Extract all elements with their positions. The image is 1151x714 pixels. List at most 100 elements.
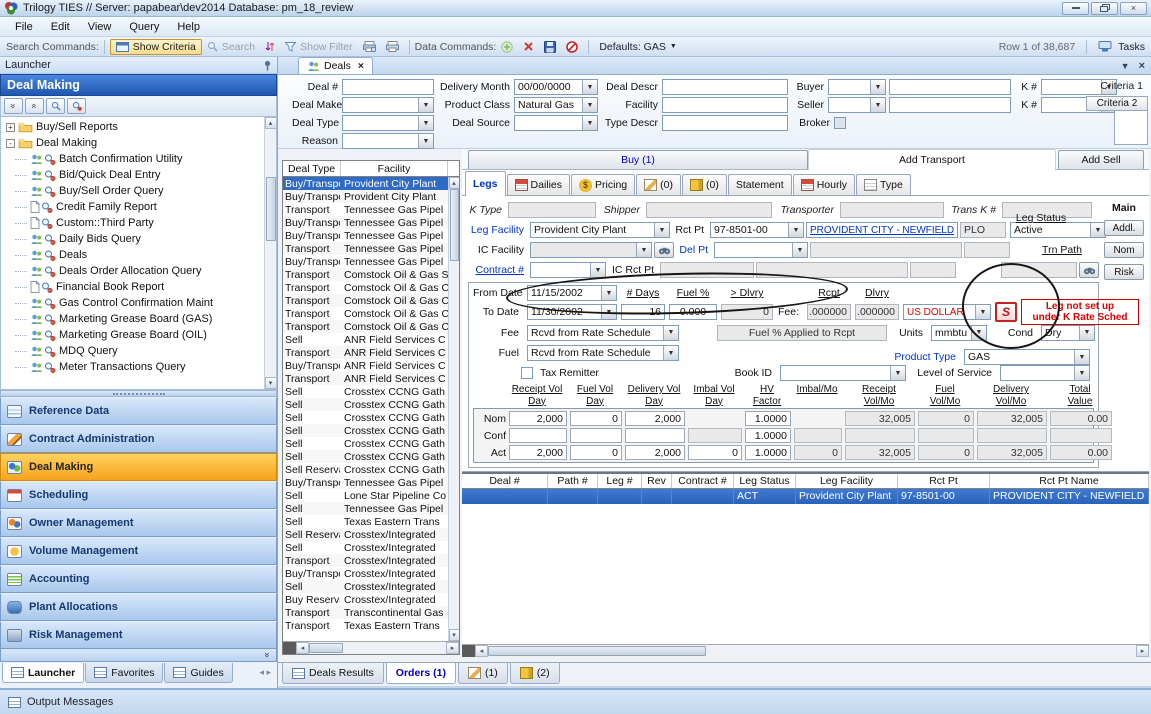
- column-deal-type[interactable]: Deal Type: [283, 161, 341, 176]
- leg-status-dropdown[interactable]: Active▼: [1010, 222, 1106, 238]
- legs-grid-column[interactable]: Path #: [548, 474, 598, 488]
- tree-item[interactable]: Marketing Grease Board (GAS): [1, 311, 276, 327]
- sub-tab[interactable]: Pricing: [571, 174, 635, 195]
- show-criteria-button[interactable]: Show Criteria: [110, 39, 202, 55]
- left-tab[interactable]: Launcher: [2, 663, 84, 683]
- left-tab[interactable]: Favorites: [85, 663, 163, 683]
- deal-list-row[interactable]: Buy/Transpor Tennessee Gas Pipel: [283, 476, 459, 489]
- cancel-button[interactable]: [561, 40, 583, 54]
- print-preview-button[interactable]: [358, 40, 381, 53]
- legs-grid-column[interactable]: Rct Pt: [898, 474, 990, 488]
- tree-item[interactable]: Credit Family Report: [1, 199, 276, 215]
- legs-grid-column[interactable]: Leg Facility: [796, 474, 898, 488]
- product-type-label[interactable]: Product Type: [890, 351, 960, 363]
- module-button[interactable]: Scheduling: [0, 481, 277, 509]
- column-facility[interactable]: Facility: [341, 161, 448, 176]
- volume-column-header[interactable]: Delivery Vol/Mo: [976, 384, 1046, 407]
- deal-list-row[interactable]: Buy/Transpor Provident City Plant: [283, 190, 459, 203]
- sub-tab[interactable]: Type: [856, 174, 911, 195]
- tasks-button[interactable]: Tasks: [1118, 41, 1145, 53]
- tab-deals[interactable]: Deals ×: [298, 57, 373, 74]
- tax-remitter-checkbox[interactable]: [521, 367, 533, 379]
- scroll-thumb[interactable]: [309, 643, 343, 653]
- transporter-input[interactable]: [840, 202, 944, 218]
- deal-list-row[interactable]: Transport Comstock Oil & Gas C: [283, 281, 459, 294]
- currency-dropdown[interactable]: US DOLLAR▼: [903, 304, 991, 320]
- leg-facility-dropdown[interactable]: Provident City Plant▼: [530, 222, 670, 238]
- scroll-down-icon[interactable]: ▾: [449, 629, 460, 641]
- sub-tab[interactable]: Hourly: [793, 174, 855, 195]
- side-button[interactable]: Addl.: [1104, 220, 1144, 236]
- reason-dropdown[interactable]: ▼: [342, 133, 434, 149]
- act-receipt-vol-day[interactable]: 2,000: [509, 445, 567, 460]
- deal-list-row[interactable]: Sell Reservat Crosstex/Integrated: [283, 528, 459, 541]
- type-descr-input[interactable]: [662, 115, 788, 131]
- conf-hv-factor[interactable]: 1.0000: [745, 428, 791, 443]
- volume-column-header[interactable]: Fuel Vol/Mo: [917, 384, 973, 407]
- sort-button[interactable]: [260, 40, 280, 53]
- menu-item[interactable]: File: [6, 19, 42, 35]
- panel-splitter[interactable]: [0, 390, 277, 397]
- module-button[interactable]: Contract Administration: [0, 425, 277, 453]
- deal-list-row[interactable]: Transport Comstock Oil & Gas C: [283, 320, 459, 333]
- legs-grid-column[interactable]: Leg Status: [734, 474, 796, 488]
- nom-receipt-vol-day[interactable]: 2,000: [509, 411, 567, 426]
- tab-scroll-arrows[interactable]: ◂ ▸: [259, 663, 275, 678]
- deal-list-row[interactable]: Sell Crosstex/Integrated: [283, 580, 459, 593]
- deal-list-row[interactable]: Transport Crosstex/Integrated: [283, 554, 459, 567]
- module-button[interactable]: Owner Management: [0, 509, 277, 537]
- restore-button[interactable]: [1091, 2, 1118, 15]
- legs-grid-column[interactable]: Rev: [642, 474, 672, 488]
- buyer-dropdown[interactable]: ▼: [828, 79, 886, 95]
- deal-list-row[interactable]: Transport ANR Field Services C: [283, 346, 459, 359]
- close-document-icon[interactable]: ×: [1139, 60, 1145, 72]
- conf-receipt-vol-day[interactable]: [509, 428, 567, 443]
- results-tab[interactable]: (2): [510, 663, 560, 684]
- deal-list-row[interactable]: Sell Crosstex CCNG Gath: [283, 450, 459, 463]
- search-button[interactable]: Search: [202, 40, 260, 54]
- search-tree-button[interactable]: [46, 98, 65, 114]
- sub-tab[interactable]: (0): [636, 174, 681, 195]
- fuel-source-dropdown[interactable]: Rcvd from Rate Schedule▼: [527, 345, 679, 361]
- nom-delivery-vol-day[interactable]: 2,000: [625, 411, 685, 426]
- rct-pt-name-link[interactable]: PROVIDENT CITY - NEWFIELD: [810, 225, 954, 236]
- delivery-month-dropdown[interactable]: 00/00/0000▼: [514, 79, 598, 95]
- broker-checkbox[interactable]: [834, 117, 846, 129]
- module-button[interactable]: Deal Making: [0, 453, 277, 481]
- days-input[interactable]: 16: [621, 304, 665, 320]
- scroll-right-icon[interactable]: ▸: [446, 642, 459, 654]
- deal-list-row[interactable]: Sell Crosstex CCNG Gath: [283, 398, 459, 411]
- leg-facility-label[interactable]: Leg Facility: [468, 224, 528, 236]
- close-tab-icon[interactable]: ×: [358, 60, 364, 72]
- deal-list-row[interactable]: Transport ANR Field Services C: [283, 372, 459, 385]
- deal-list-row[interactable]: Sell ANR Field Services C: [283, 333, 459, 346]
- seller-dropdown[interactable]: ▼: [828, 97, 886, 113]
- menu-item[interactable]: Help: [168, 19, 209, 35]
- act-fuel-vol-day[interactable]: 0: [570, 445, 622, 460]
- results-tab[interactable]: (1): [458, 663, 508, 684]
- seller-input[interactable]: [889, 97, 1011, 113]
- product-type-dropdown[interactable]: GAS▼: [964, 349, 1090, 365]
- level-of-service-dropdown[interactable]: ▼: [1000, 365, 1090, 381]
- tree-item[interactable]: Financial Book Report: [1, 279, 276, 295]
- deal-list-row[interactable]: Sell Crosstex CCNG Gath: [283, 385, 459, 398]
- tree-item[interactable]: - Deal Making: [1, 135, 276, 151]
- scroll-down-icon[interactable]: ▾: [265, 377, 277, 389]
- output-messages-bar[interactable]: Output Messages: [0, 688, 1151, 714]
- menu-item[interactable]: Query: [120, 19, 168, 35]
- menu-item[interactable]: View: [79, 19, 121, 35]
- tree-toggle[interactable]: +: [6, 123, 15, 132]
- deal-list-row[interactable]: Transport Transcontinental Gas: [283, 606, 459, 619]
- show-filter-button[interactable]: Show Filter: [280, 40, 358, 54]
- legs-grid-column[interactable]: Deal #: [462, 474, 548, 488]
- volume-column-header[interactable]: Fuel Vol Day: [569, 384, 621, 407]
- tree-item[interactable]: Batch Confirmation Utility: [1, 151, 276, 167]
- deal-list-row[interactable]: Transport Texas Eastern Trans: [283, 619, 459, 632]
- del-pt-label[interactable]: Del Pt: [676, 244, 712, 256]
- main-tab[interactable]: Buy (1): [468, 150, 808, 169]
- main-tab[interactable]: Add Transport: [808, 149, 1056, 170]
- volume-column-header[interactable]: Total Value: [1049, 384, 1111, 407]
- search-filter-button[interactable]: [67, 98, 86, 114]
- scroll-left-icon[interactable]: ◂: [475, 645, 488, 657]
- deal-maker-dropdown[interactable]: ▼: [342, 97, 434, 113]
